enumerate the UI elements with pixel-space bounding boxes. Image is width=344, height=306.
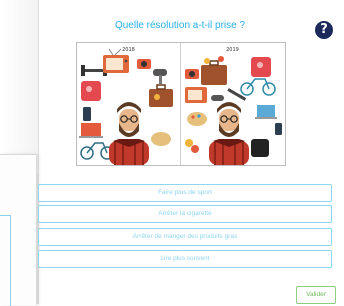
- option-arreter-la-cigarette[interactable]: Arrêter la cigarette: [38, 205, 332, 223]
- illustration-2018-drawing: [79, 48, 173, 165]
- option-faire-plus-de-sport[interactable]: Faire plus de sport: [38, 184, 332, 202]
- hairdryer-icon: [153, 69, 167, 84]
- flower-icon: [185, 139, 193, 147]
- palette-icon: [151, 132, 171, 146]
- phone-icon: [275, 123, 282, 135]
- side-panel-input: [0, 215, 11, 306]
- palette-icon: [187, 112, 207, 126]
- laptop-icon: [255, 105, 277, 119]
- help-button[interactable]: ?: [315, 21, 333, 39]
- option-arreter-produits-gras[interactable]: Arrêter de manger des produits gras: [38, 228, 332, 246]
- year-label-2018: 2018: [122, 47, 135, 53]
- chair-icon: [251, 139, 269, 157]
- question-title: Quelle résolution a-t-il prise ?: [114, 20, 246, 31]
- option-lire-plus-souvent[interactable]: Lire plus souvent: [38, 250, 332, 268]
- illustration-2019-drawing: [185, 56, 282, 165]
- tv-icon: [185, 87, 207, 103]
- suitcase-icon: [149, 84, 173, 107]
- man-figure: [109, 102, 149, 165]
- phone-icon: [83, 107, 91, 121]
- question-circle-icon: ?: [320, 22, 328, 37]
- year-label-2019: 2019: [226, 47, 239, 53]
- illustration-2019: 2019: [181, 43, 284, 165]
- bicycle-icon: [80, 142, 114, 160]
- side-panel: [0, 154, 37, 306]
- hairdryer-icon: [211, 95, 224, 101]
- validate-button[interactable]: Valider: [296, 286, 336, 304]
- bicycle-icon: [240, 78, 276, 96]
- man-figure: [209, 102, 249, 165]
- laptop-icon: [79, 123, 103, 138]
- illustration-2018: 2018: [77, 43, 181, 165]
- question-illustration: 2018 2019: [76, 42, 286, 166]
- suitcase-icon: [201, 56, 227, 85]
